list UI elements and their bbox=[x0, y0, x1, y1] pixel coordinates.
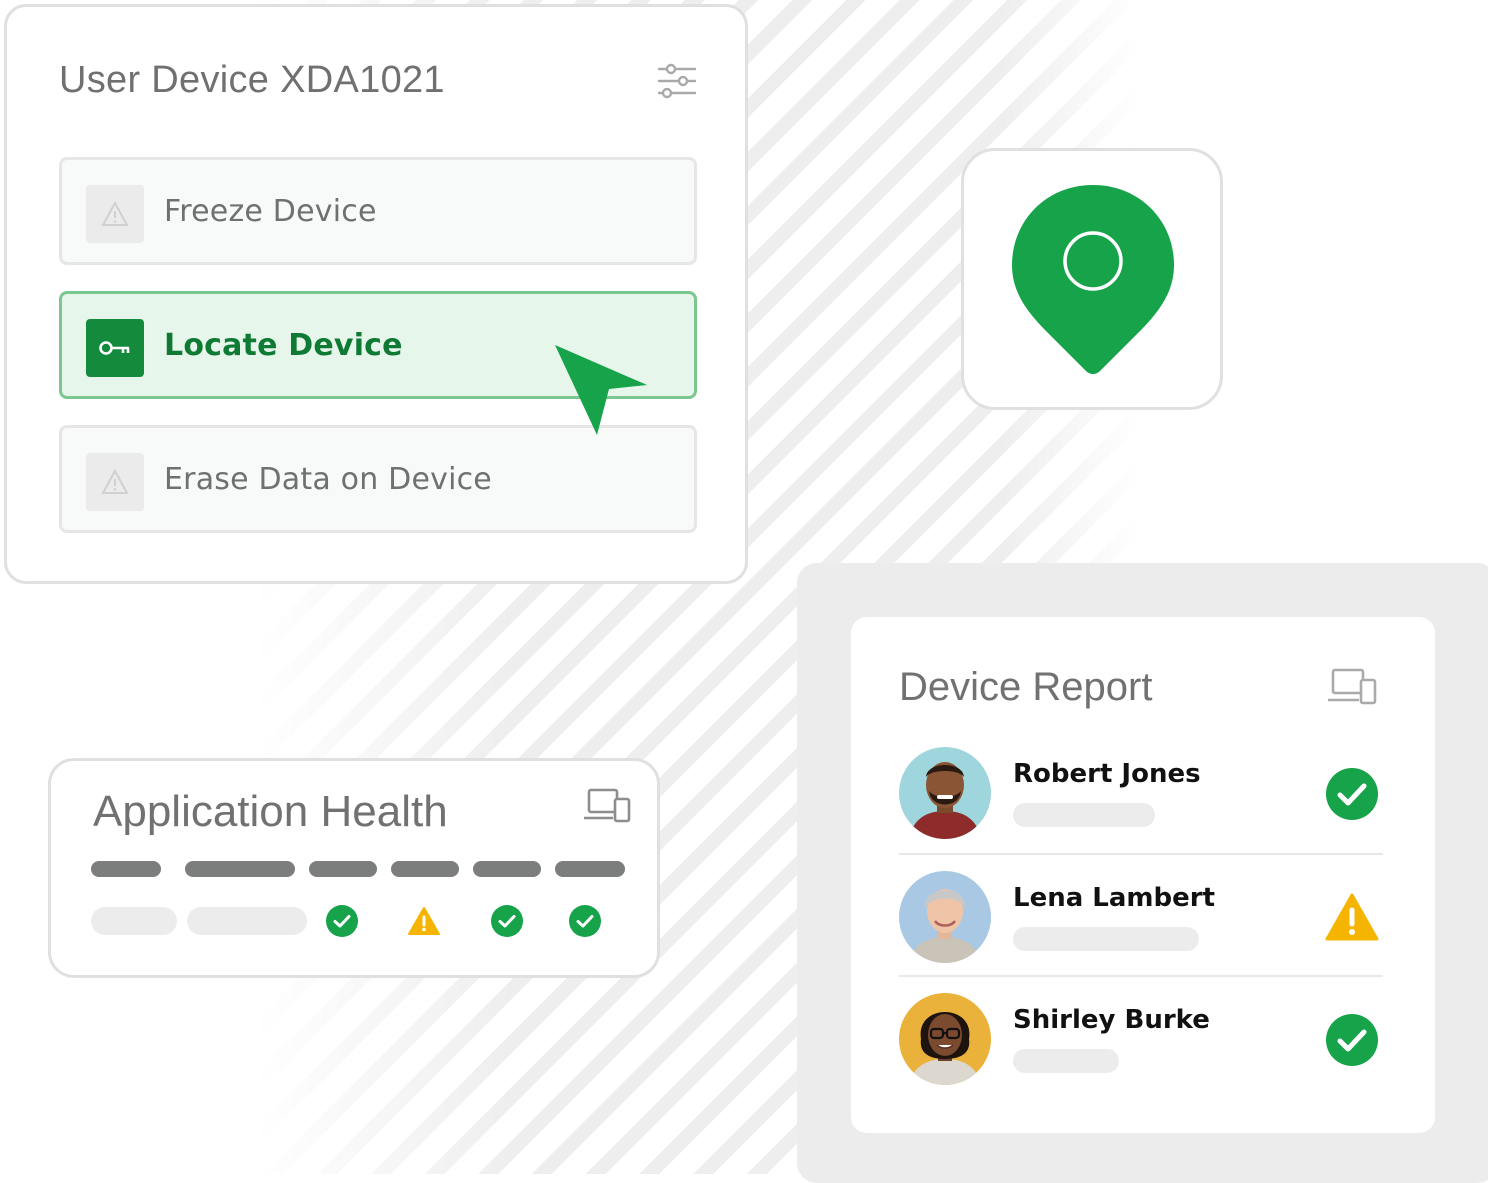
erase-data-button[interactable]: Erase Data on Device bbox=[59, 425, 697, 533]
application-health-card: Application Health bbox=[48, 758, 660, 978]
health-placeholder-pill bbox=[187, 907, 307, 935]
check-circle-icon bbox=[491, 905, 523, 937]
check-circle-icon bbox=[1326, 1014, 1378, 1066]
health-header-bar bbox=[391, 861, 459, 877]
warning-icon bbox=[86, 185, 144, 243]
devices-icon bbox=[584, 788, 631, 823]
report-row-lena-lambert[interactable]: Lena Lambert bbox=[899, 863, 1383, 985]
user-detail-placeholder bbox=[1013, 927, 1199, 951]
user-name: Shirley Burke bbox=[1013, 1005, 1210, 1035]
map-pin-icon bbox=[1012, 185, 1174, 374]
location-card[interactable] bbox=[961, 148, 1223, 410]
row-divider bbox=[899, 975, 1383, 977]
avatar bbox=[899, 747, 991, 839]
health-placeholder-pill bbox=[91, 907, 177, 935]
row-divider bbox=[899, 853, 1383, 855]
devices-icon bbox=[1328, 668, 1377, 705]
filter-settings-icon[interactable] bbox=[657, 63, 697, 99]
check-circle-icon bbox=[569, 905, 601, 937]
device-actions-card: User Device XDA1021 Freeze Device Locate… bbox=[4, 4, 748, 584]
health-header-bar bbox=[555, 861, 625, 877]
warning-triangle-icon bbox=[408, 907, 440, 935]
avatar bbox=[899, 993, 991, 1085]
health-header-bar bbox=[91, 861, 161, 877]
health-header-bar bbox=[309, 861, 377, 877]
device-title: User Device XDA1021 bbox=[59, 59, 445, 101]
key-icon bbox=[86, 319, 144, 377]
application-health-title: Application Health bbox=[93, 787, 448, 836]
user-name: Robert Jones bbox=[1013, 759, 1201, 789]
device-report-card: Device Report Robert Jones Lena Lambert … bbox=[851, 617, 1435, 1133]
mouse-pointer-icon bbox=[555, 345, 647, 435]
health-header-bar bbox=[473, 861, 541, 877]
check-circle-icon bbox=[326, 905, 358, 937]
erase-data-label: Erase Data on Device bbox=[164, 462, 492, 497]
avatar bbox=[899, 871, 991, 963]
user-detail-placeholder bbox=[1013, 1049, 1119, 1073]
warning-triangle-icon bbox=[1325, 893, 1379, 941]
warning-icon bbox=[86, 453, 144, 511]
user-name: Lena Lambert bbox=[1013, 883, 1216, 913]
freeze-device-label: Freeze Device bbox=[164, 194, 377, 229]
locate-device-label: Locate Device bbox=[164, 328, 403, 363]
check-circle-icon bbox=[1326, 768, 1378, 820]
freeze-device-button[interactable]: Freeze Device bbox=[59, 157, 697, 265]
health-header-bar bbox=[185, 861, 295, 877]
user-detail-placeholder bbox=[1013, 803, 1155, 827]
report-row-robert-jones[interactable]: Robert Jones bbox=[899, 739, 1383, 861]
report-row-shirley-burke[interactable]: Shirley Burke bbox=[899, 985, 1383, 1107]
device-report-title: Device Report bbox=[899, 665, 1153, 709]
